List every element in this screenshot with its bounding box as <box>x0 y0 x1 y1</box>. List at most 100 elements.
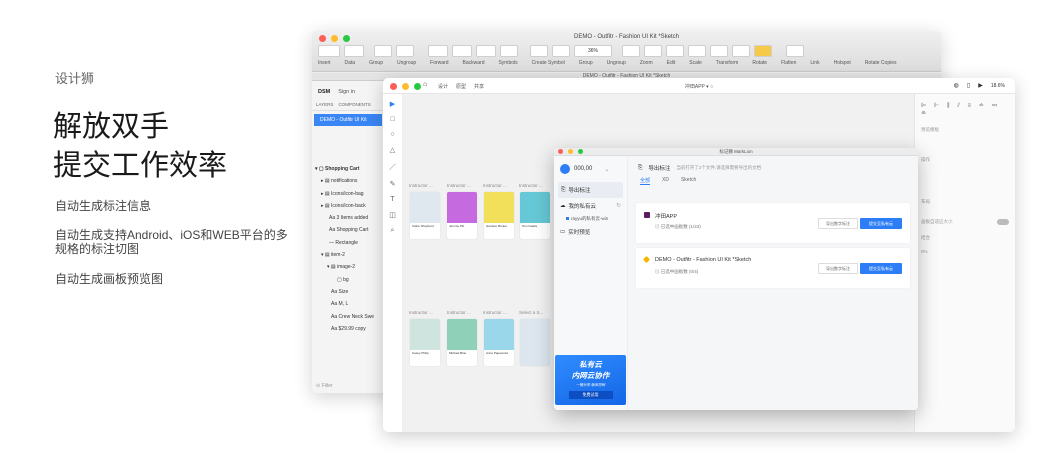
layer-item[interactable]: Aa 3 Items added <box>315 212 374 224</box>
hotspot-button[interactable] <box>754 45 772 57</box>
artboard[interactable]: Casey Philip <box>410 319 440 366</box>
tab-sketch[interactable]: Sketch <box>681 177 696 185</box>
tab-layers[interactable]: LAYERS <box>316 102 333 107</box>
artboard[interactable]: Michael Blue <box>447 319 477 366</box>
zoom-control[interactable]: 36% <box>574 45 612 57</box>
align-icons[interactable]: ⊫ ⊩ ⫼ ⫽ ≡ ≐ ≕ ≘ <box>915 94 1015 125</box>
artboard-tool-icon[interactable]: ◫ <box>389 211 396 219</box>
device-icon[interactable]: ▯ <box>967 82 970 89</box>
backward-button[interactable] <box>452 45 472 57</box>
autosize-label: 画板自适应大小 <box>921 219 953 224</box>
minimize-button[interactable] <box>568 149 573 154</box>
marklion-title: 标记狮 MarkLion <box>719 149 753 154</box>
nav-preview[interactable]: ▭ 实时预览 <box>554 224 627 240</box>
zoom-tool-icon[interactable]: ⌕ <box>391 227 395 235</box>
artboard[interactable]: Jerome Pitt <box>447 192 477 239</box>
ungroup-button[interactable] <box>396 45 414 57</box>
headline-line-2: 提交工作效率 <box>53 150 228 182</box>
layer-item[interactable]: ▾ ▤ image-2 <box>315 261 374 273</box>
select-tool-icon[interactable]: ▶ <box>390 100 395 108</box>
edit-button[interactable] <box>622 45 640 57</box>
flatten-button[interactable] <box>710 45 728 57</box>
autosize-toggle[interactable] <box>997 219 1009 225</box>
label-hotspot: Hotspot <box>833 60 851 66</box>
layer-item[interactable]: ▸ ▤ Icons/icon-bag <box>315 188 374 200</box>
layer-item[interactable]: ▾ ▤ item-2 <box>315 249 374 261</box>
promo-banner[interactable]: 私有云 内网云协作 一键分享 版本控制 免费试用 <box>555 355 626 405</box>
user-icon[interactable]: ◍ <box>954 82 959 89</box>
layer-item[interactable]: — Rectangle <box>315 237 374 249</box>
layer-label: $29.99 copy <box>338 325 366 332</box>
account-name: 000,00 <box>574 166 593 172</box>
layer-label: Shopping Cart <box>336 227 369 234</box>
create-symbol-button[interactable] <box>500 45 518 57</box>
layer-item[interactable]: Aa Crew Neck Swe <box>315 311 374 323</box>
ungroup2-button[interactable] <box>552 45 570 57</box>
file-card[interactable]: 冲田APP ▤ 已选中画板数 (1/43) 导出数字标注 提交至私有云 <box>636 203 910 243</box>
text-tool-icon[interactable]: T <box>390 196 394 203</box>
layer-item[interactable]: ▾ ▢ Shopping Cart <box>315 163 374 175</box>
insert-button[interactable] <box>318 45 340 57</box>
artboard[interactable]: Anne Papavonia <box>484 319 514 366</box>
tab-components[interactable]: COMPONENTS <box>338 102 370 107</box>
account-switcher[interactable]: 000,00 ⌄ <box>554 156 627 182</box>
layer-item[interactable]: Aa $29.99 copy <box>315 323 374 335</box>
nav-cloud-sub[interactable]: rayyu的私有云-win <box>554 214 627 224</box>
card-name: Michael Blue <box>449 351 467 355</box>
forward-button[interactable] <box>428 45 448 57</box>
group-button[interactable] <box>374 45 392 57</box>
symbols-button[interactable] <box>476 45 496 57</box>
rectangle-tool-icon[interactable]: □ <box>390 116 394 123</box>
filter-input[interactable]: ⊝ Filter <box>316 383 333 389</box>
artboard[interactable]: Claire Shepherd <box>410 192 440 239</box>
link-button[interactable] <box>732 45 750 57</box>
zoom-level[interactable]: 18.6% <box>991 83 1005 89</box>
promo-trial-button[interactable]: 免费试用 <box>568 391 613 399</box>
export-annotation-button[interactable]: 导出数字标注 <box>818 218 858 229</box>
zoom-button[interactable] <box>578 149 583 154</box>
feature-1: 自动生成标注信息 <box>55 199 152 213</box>
layer-item[interactable]: Aa M, L <box>315 298 374 310</box>
triangle-tool-icon[interactable]: △ <box>390 146 395 154</box>
transform-button[interactable] <box>666 45 684 57</box>
label-symbols: Symbols <box>498 60 518 66</box>
selected-page[interactable]: DEMO - Outfitr UI Kit <box>314 114 382 126</box>
layer-item[interactable]: Aa Size <box>315 286 374 298</box>
layer-item[interactable]: ▸ ▤ notifications <box>315 175 374 187</box>
opacity-value[interactable]: 0% <box>915 243 1015 260</box>
toolbar-buttons: 36% <box>318 45 935 57</box>
group2-button[interactable] <box>530 45 548 57</box>
tab-xd[interactable]: XD <box>662 177 669 185</box>
label-backward: Backward <box>462 60 485 66</box>
artboard[interactable] <box>520 319 550 366</box>
layer-item[interactable]: Aa Shopping Cart <box>315 224 374 236</box>
pen-tool-icon[interactable]: ✎ <box>390 180 396 188</box>
rotate-button[interactable] <box>688 45 706 57</box>
play-icon[interactable]: ▶ <box>978 82 983 89</box>
submit-cloud-button[interactable]: 提交至私有云 <box>860 218 902 229</box>
export-annotation-button[interactable]: 导出数字标注 <box>818 263 858 274</box>
ellipse-tool-icon[interactable]: ○ <box>390 131 394 138</box>
tab-dsm[interactable]: DSM <box>318 89 330 95</box>
label-group2: Group <box>578 60 593 66</box>
layer-item[interactable]: ▸ ▤ Icons/icon-back <box>315 200 374 212</box>
scale-button[interactable] <box>644 45 662 57</box>
file-card[interactable]: DEMO - Outfitr - Fashion UI Kit *Sketch … <box>636 248 910 288</box>
data-button[interactable] <box>344 45 364 57</box>
artboard[interactable]: Harrison Broker <box>484 192 514 239</box>
card-name: Claire Shepherd <box>412 224 434 228</box>
rotate-copies-button[interactable] <box>786 45 804 57</box>
line-tool-icon[interactable]: ／ <box>389 162 396 172</box>
export-icon: ⎘ <box>638 164 643 171</box>
refresh-icon[interactable]: ↻ <box>616 203 621 209</box>
submit-cloud-button[interactable]: 提交至私有云 <box>860 263 902 274</box>
layer-item[interactable]: ▢ bg <box>315 274 374 286</box>
label-rotate: Rotate <box>752 60 768 66</box>
nav-export[interactable]: ⎘ 导出标注 <box>558 182 623 198</box>
tab-sign-in[interactable]: Sign in <box>338 89 355 95</box>
artboard[interactable]: Tom Fawks <box>520 192 550 239</box>
artboard-label: Instructor ... <box>447 183 471 188</box>
tab-all[interactable]: 全部 <box>640 177 651 185</box>
close-button[interactable] <box>558 149 563 154</box>
nav-cloud[interactable]: ☁ 我的私有云 ↻ <box>554 198 627 214</box>
